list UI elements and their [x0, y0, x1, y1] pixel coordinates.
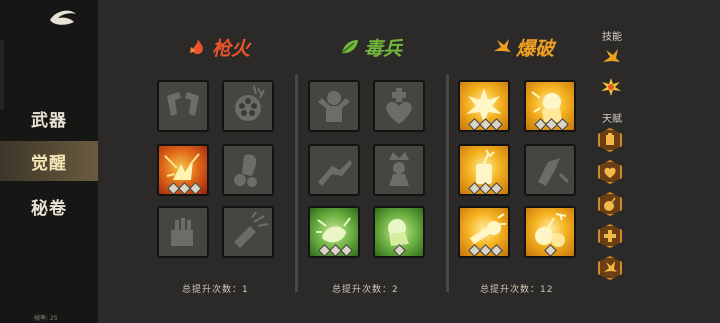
- upgrade-pips: [468, 244, 503, 256]
- total-upgrades-gunfire: 总提升次数：1: [182, 285, 249, 295]
- awaken-tile-blast-6[interactable]: [524, 206, 576, 258]
- kick-icon: [318, 160, 352, 186]
- column-divider: [446, 74, 449, 292]
- upgrade-pips: [468, 118, 503, 130]
- gear-talent-icon[interactable]: [598, 128, 622, 152]
- upgrade-pips: [468, 182, 503, 194]
- awaken-tile-poison-6[interactable]: [373, 206, 425, 258]
- fps-counter: 帧率: 25: [34, 315, 58, 322]
- column-title-label: 枪火: [212, 37, 251, 60]
- skills-label: 技能: [602, 32, 622, 43]
- column-title-poison: 毒兵: [340, 30, 402, 64]
- awaken-tile-poison-4[interactable]: [373, 144, 425, 196]
- nav-item-weapons[interactable]: 武器: [0, 98, 98, 138]
- awaken-tile-poison-2[interactable]: [373, 80, 425, 132]
- heart-talent-icon[interactable]: [598, 160, 622, 184]
- ammo-box-icon: [171, 218, 193, 246]
- upgrade-pips: [544, 244, 557, 256]
- awaken-tile-gunfire-2[interactable]: [222, 80, 274, 132]
- spark-talent-icon[interactable]: [598, 256, 622, 280]
- spark-skill-icon[interactable]: [600, 46, 622, 68]
- awaken-tile-gunfire-4[interactable]: [222, 144, 274, 196]
- awaken-tile-poison-1[interactable]: [308, 80, 360, 132]
- flame-icon: [190, 39, 203, 55]
- awaken-tile-blast-5[interactable]: [458, 206, 510, 258]
- twin-pistols-icon: [167, 92, 199, 116]
- upgrade-pips: [534, 118, 569, 130]
- spark-icon: [494, 39, 511, 52]
- awaken-tile-gunfire-6[interactable]: [222, 206, 274, 258]
- awaken-tile-blast-1[interactable]: [458, 80, 510, 132]
- grenade-throw-icon: [538, 158, 570, 186]
- total-upgrades-poison: 总提升次数：2: [332, 285, 399, 295]
- total-upgrades-blast: 总提升次数：12: [480, 285, 554, 295]
- leaf-icon: [342, 40, 358, 54]
- column-title-gunfire: 枪火: [188, 30, 250, 64]
- revolver-cylinder-icon: [235, 85, 265, 121]
- awaken-tile-gunfire-5[interactable]: [157, 206, 209, 258]
- burst-skill-icon[interactable]: [600, 76, 622, 98]
- plus-talent-icon[interactable]: [598, 224, 622, 248]
- crown-fighter-icon: [389, 152, 409, 186]
- upgrade-pips: [318, 244, 353, 256]
- awaken-tile-poison-5[interactable]: [308, 206, 360, 258]
- column-title-label: 爆破: [516, 37, 555, 60]
- column-title-label: 毒兵: [364, 37, 403, 60]
- medic-heart-icon: [386, 88, 412, 124]
- nav-item-secret-scroll[interactable]: 秘卷: [0, 186, 98, 226]
- talents-label: 天赋: [602, 114, 622, 125]
- shotgun-blast-icon: [234, 211, 269, 248]
- game-logo-icon: [50, 10, 76, 25]
- bomb-talent-icon[interactable]: [598, 192, 622, 216]
- bullet-hand-icon: [234, 154, 257, 187]
- strong-fighter-icon: [318, 91, 350, 122]
- awaken-tile-poison-3[interactable]: [308, 144, 360, 196]
- awaken-tile-gunfire-1[interactable]: [157, 80, 209, 132]
- upgrade-pips: [393, 244, 406, 256]
- sidebar: 武器 觉醒 秘卷 帧率: 25: [0, 0, 98, 323]
- nav-item-awaken[interactable]: 觉醒: [0, 141, 98, 181]
- awaken-tile-gunfire-3[interactable]: [157, 144, 209, 196]
- upgrade-pips: [167, 182, 202, 194]
- column-title-blast: 爆破: [492, 30, 554, 64]
- awaken-tile-blast-3[interactable]: [458, 144, 510, 196]
- awaken-tile-blast-4[interactable]: [524, 144, 576, 196]
- column-divider: [295, 74, 298, 292]
- awaken-tile-blast-2[interactable]: [524, 80, 576, 132]
